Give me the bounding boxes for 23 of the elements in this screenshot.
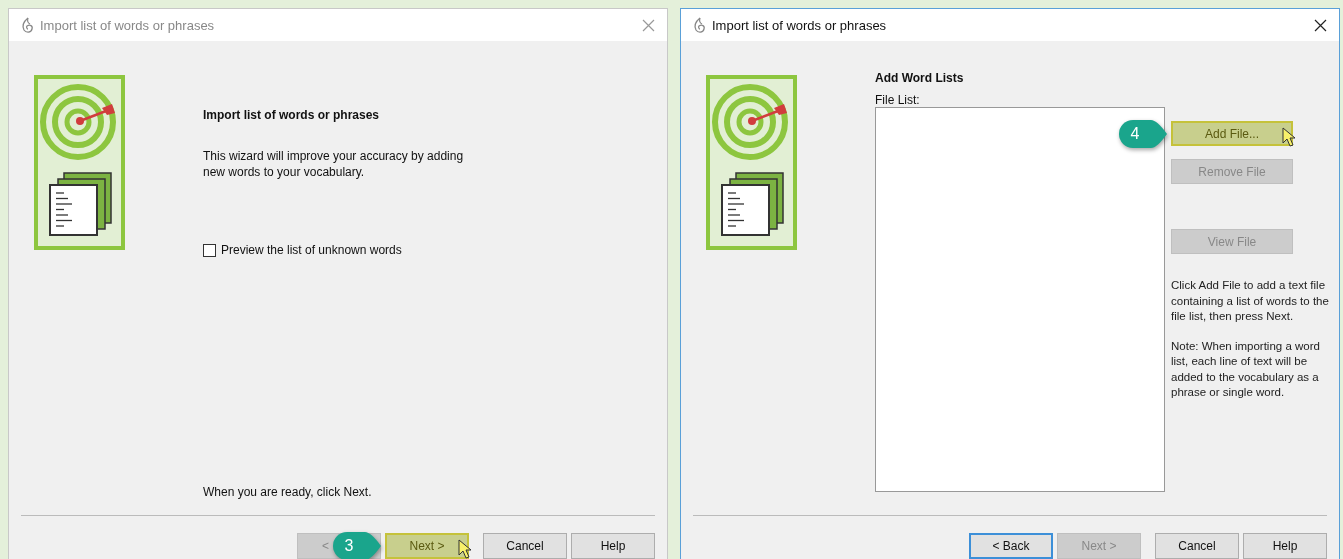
page-heading: Import list of words or phrases: [203, 108, 381, 122]
field-label: File List:: [875, 93, 921, 107]
window-title: Import list of words or phrases: [40, 17, 215, 33]
help-text: Click Add File to add a text file containing a list of words to the file list, then press Next.: [1171, 278, 1330, 324]
step-callout: 3: [331, 531, 383, 559]
app-icon: [691, 16, 707, 34]
description-text: This wizard will improve your accuracy by adding new words to your vocabulary.: [203, 148, 465, 180]
button[interactable]: < Back: [969, 533, 1053, 559]
instruction-text: When you are ready, click Next.: [203, 485, 373, 499]
step-callout: 4: [1117, 119, 1169, 149]
button[interactable]: Add File...: [1171, 121, 1293, 146]
button[interactable]: Help: [1243, 533, 1327, 559]
button[interactable]: Cancel: [1155, 533, 1239, 559]
button[interactable]: Help: [571, 533, 655, 559]
app-icon: [19, 16, 35, 34]
button[interactable]: Cancel: [483, 533, 567, 559]
button[interactable]: Next >: [385, 533, 469, 559]
checkbox-option[interactable]: Preview the list of unknown words: [203, 243, 473, 257]
help-text: Note: When importing a word list, each line of text will be added to the vocabulary as a phrase or single word.: [1171, 338, 1321, 400]
file-list-box[interactable]: [875, 107, 1165, 492]
close-icon[interactable]: [1314, 18, 1327, 32]
page-heading: Add Word Lists: [875, 71, 965, 85]
window-title: Import list of words or phrases: [712, 17, 887, 33]
